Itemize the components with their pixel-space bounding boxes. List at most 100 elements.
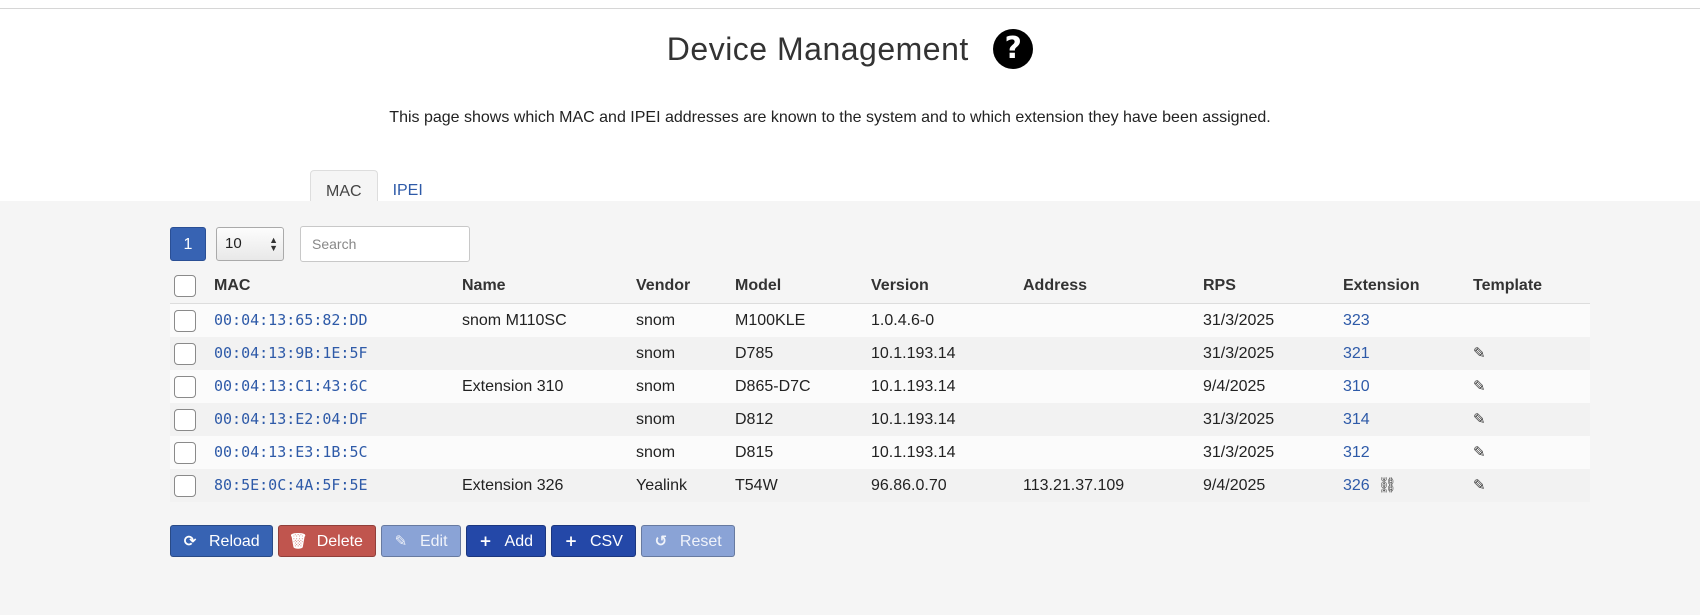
link-chain-icon[interactable]: ⛓ [1378,476,1397,494]
top-border [0,0,1700,9]
edit-template-icon[interactable]: ✎ [1473,377,1486,395]
title-row: Device Management ? [0,29,1700,69]
template-cell [1473,303,1590,337]
vendor-cell: snom [636,370,735,403]
extension-link[interactable]: 314 [1343,411,1370,428]
column-model[interactable]: Model [735,269,871,304]
vendor-cell: snom [636,303,735,337]
model-cell: T54W [735,469,871,502]
model-cell: D785 [735,337,871,370]
model-cell: D812 [735,403,871,436]
reset-label: Reset [679,533,722,550]
reload-icon: ⟳ [183,532,197,550]
address-cell: 113.21.37.109 [1023,469,1203,502]
table-row: 00:04:13:65:82:DD snom M110SC snom M100K… [170,303,1590,337]
rps-cell: 31/3/2025 [1203,337,1343,370]
undo-icon: ↺ [654,532,668,550]
edit-template-icon[interactable]: ✎ [1473,443,1486,461]
model-cell: D815 [735,436,871,469]
column-template[interactable]: Template [1473,269,1590,304]
version-cell: 10.1.193.14 [871,337,1023,370]
table-header-row: MAC Name Vendor Model Version Address RP… [170,269,1590,304]
table-row: 00:04:13:9B:1E:5F snom D785 10.1.193.14 … [170,337,1590,370]
edit-template-icon[interactable]: ✎ [1473,410,1486,428]
row-checkbox[interactable] [174,375,196,398]
page-button[interactable]: 1 [170,227,206,261]
column-version[interactable]: Version [871,269,1023,304]
mac-link[interactable]: 00:04:13:65:82:DD [214,311,368,329]
extension-link[interactable]: 326 [1343,477,1370,494]
address-cell [1023,337,1203,370]
address-cell [1023,303,1203,337]
mac-link[interactable]: 00:04:13:C1:43:6C [214,377,368,395]
column-mac[interactable]: MAC [214,269,462,304]
extension-link[interactable]: 310 [1343,378,1370,395]
csv-label: CSV [590,533,623,550]
vendor-cell: snom [636,337,735,370]
rps-cell: 9/4/2025 [1203,370,1343,403]
column-name[interactable]: Name [462,269,636,304]
reload-button[interactable]: ⟳ Reload [170,525,273,557]
name-cell [462,403,636,436]
name-cell: Extension 310 [462,370,636,403]
edit-template-icon[interactable]: ✎ [1473,344,1486,362]
select-arrows-icon: ▲ ▼ [269,235,278,253]
address-cell [1023,403,1203,436]
mac-link[interactable]: 00:04:13:E2:04:DF [214,410,368,428]
row-checkbox[interactable] [174,474,196,497]
vendor-cell: Yealink [636,469,735,502]
help-icon[interactable]: ? [993,29,1034,69]
column-extension[interactable]: Extension [1343,269,1473,304]
edit-template-icon[interactable]: ✎ [1473,476,1486,494]
extension-link[interactable]: 321 [1343,345,1370,362]
mac-link[interactable]: 00:04:13:E3:1B:5C [214,443,368,461]
csv-button[interactable]: + CSV [551,525,636,557]
version-cell: 10.1.193.14 [871,436,1023,469]
name-cell: snom M110SC [462,303,636,337]
column-address[interactable]: Address [1023,269,1203,304]
rps-cell: 9/4/2025 [1203,469,1343,502]
address-cell [1023,436,1203,469]
table-row: 00:04:13:E2:04:DF snom D812 10.1.193.14 … [170,403,1590,436]
page-header: Device Management ? This page shows whic… [0,9,1700,213]
extension-link[interactable]: 312 [1343,444,1370,461]
edit-button[interactable]: ✎ Edit [380,525,461,557]
plus-icon: + [479,532,492,550]
edit-label: Edit [419,533,448,550]
page-size-value: 10 [225,235,242,252]
model-cell: D865-D7C [735,370,871,403]
version-cell: 10.1.193.14 [871,403,1023,436]
add-button[interactable]: + Add [465,525,546,557]
column-vendor[interactable]: Vendor [636,269,735,304]
action-bar: ⟳ Reload 🗑 Delete ✎ Edit + Add + CSV ↺ Reset [170,525,740,557]
column-rps[interactable]: RPS [1203,269,1343,304]
row-checkbox[interactable] [174,408,196,431]
mac-link[interactable]: 00:04:13:9B:1E:5F [214,344,368,362]
row-checkbox[interactable] [174,309,196,332]
add-label: Add [504,533,533,550]
row-checkbox[interactable] [174,342,196,365]
select-all-checkbox[interactable] [174,275,196,297]
content-panel: 1 10 ▲▼ MAC Name Vendor Model Version Ad… [0,201,1700,615]
page-size-select[interactable]: 10 ▲ ▼ [216,227,284,261]
name-cell [462,337,636,370]
name-cell [462,436,636,469]
device-table: MAC Name Vendor Model Version Address RP… [170,269,1590,502]
table-row: 00:04:13:C1:43:6C Extension 310 snom D86… [170,370,1590,403]
plus-icon: + [564,532,578,550]
rps-cell: 31/3/2025 [1203,303,1343,337]
reset-button[interactable]: ↺ Reset [640,525,735,557]
name-cell: Extension 326 [462,469,636,502]
row-checkbox[interactable] [174,441,196,464]
mac-link[interactable]: 80:5E:0C:4A:5F:5E [214,476,368,494]
delete-button[interactable]: 🗑 Delete [277,525,376,557]
extension-link[interactable]: 323 [1343,312,1370,329]
version-cell: 1.0.4.6-0 [871,303,1023,337]
page-description: This page shows which MAC and IPEI addre… [389,109,1271,126]
pencil-icon: ✎ [394,532,408,550]
vendor-cell: snom [636,403,735,436]
vendor-cell: snom [636,436,735,469]
trash-icon: 🗑 [288,532,308,550]
delete-label: Delete [316,533,363,550]
search-input[interactable] [300,226,470,262]
